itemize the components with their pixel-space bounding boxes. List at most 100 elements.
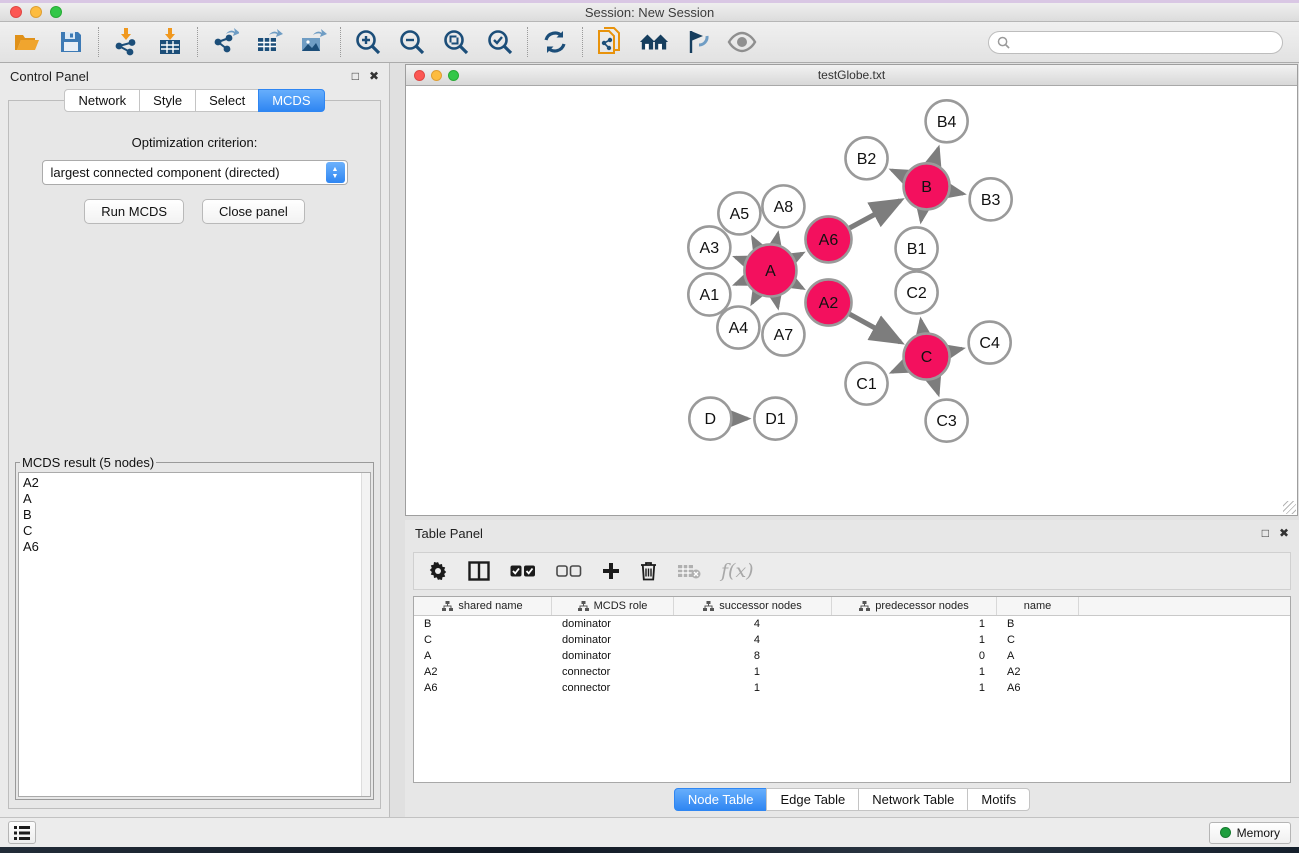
new-network-from-selection-button[interactable] [595, 27, 625, 57]
edge-C-C2[interactable] [921, 320, 923, 333]
edge-B-B2[interactable] [892, 170, 905, 176]
cell-shared-name[interactable]: A [414, 648, 552, 664]
node-A4[interactable]: A4 [717, 307, 759, 349]
criterion-dropdown[interactable]: largest connected component (directed) ▲… [42, 160, 348, 185]
edge-B-B4[interactable] [934, 148, 939, 163]
task-history-button[interactable] [8, 821, 36, 844]
first-neighbors-button[interactable] [639, 27, 669, 57]
node-A2[interactable]: A2 [805, 279, 851, 325]
edge-A6-B[interactable] [850, 201, 901, 228]
float-table-panel-icon[interactable]: □ [1262, 527, 1269, 539]
edge-B-B3[interactable] [950, 191, 963, 194]
table-settings-button[interactable] [428, 561, 448, 581]
edge-C-C4[interactable] [950, 349, 962, 352]
node-A7[interactable]: A7 [762, 314, 804, 356]
edge-A-A2[interactable] [794, 284, 802, 288]
cell-shared-name[interactable]: C [414, 632, 552, 648]
table-row[interactable]: Bdominator41B [414, 616, 1290, 632]
list-scrollbar[interactable] [361, 473, 370, 796]
edge-A-A4[interactable] [752, 294, 757, 303]
edge-A-A1[interactable] [735, 280, 745, 284]
tab-mcds[interactable]: MCDS [258, 89, 324, 112]
network-canvas[interactable]: B4B2BB3A5A8A6A3B1AA1C2A2A4A7C4CC1C3DD1 [406, 86, 1297, 515]
node-D[interactable]: D [689, 398, 731, 440]
create-column-button[interactable] [602, 562, 620, 580]
node-A1[interactable]: A1 [688, 273, 730, 315]
close-network-button[interactable] [414, 70, 425, 81]
zoom-fit-button[interactable] [441, 27, 471, 57]
zoom-selected-button[interactable] [485, 27, 515, 57]
mcds-result-item[interactable]: C [23, 523, 370, 539]
tab-network-table[interactable]: Network Table [858, 788, 968, 811]
node-A[interactable]: A [744, 244, 796, 296]
edge-A-A5[interactable] [753, 238, 758, 247]
export-network-button[interactable] [210, 27, 240, 57]
select-all-button[interactable] [510, 565, 536, 578]
node-A8[interactable]: A8 [762, 185, 804, 227]
table-row[interactable]: Adominator80A [414, 648, 1290, 664]
edge-C-C1[interactable] [892, 366, 905, 372]
maximize-window-button[interactable] [50, 6, 62, 18]
cell-predecessor-nodes[interactable]: 0 [832, 648, 997, 664]
cell-successor-nodes[interactable]: 4 [674, 632, 832, 648]
node-B4[interactable]: B4 [926, 100, 968, 142]
node-A6[interactable]: A6 [805, 216, 851, 262]
mcds-result-item[interactable]: A2 [23, 475, 370, 491]
function-builder-button[interactable]: f(x) [721, 560, 754, 582]
search-field[interactable] [988, 31, 1283, 54]
zoom-in-button[interactable] [353, 27, 383, 57]
cell-name[interactable]: A2 [997, 664, 1079, 680]
cell-MCDS-role[interactable]: connector [552, 680, 674, 696]
save-session-button[interactable] [56, 27, 86, 57]
apply-layout-button[interactable] [540, 27, 570, 57]
edge-B-B1[interactable] [921, 210, 923, 221]
column-header-name[interactable]: name [997, 597, 1079, 615]
close-table-panel-icon[interactable]: ✖ [1279, 527, 1289, 539]
tab-network[interactable]: Network [64, 89, 140, 112]
node-A3[interactable]: A3 [688, 226, 730, 268]
cell-shared-name[interactable]: A6 [414, 680, 552, 696]
run-mcds-button[interactable]: Run MCDS [84, 199, 184, 224]
edge-A-A6[interactable] [794, 254, 802, 258]
cell-shared-name[interactable]: A2 [414, 664, 552, 680]
table-row[interactable]: A2connector11A2 [414, 664, 1290, 680]
edge-A-A3[interactable] [736, 257, 746, 261]
table-row[interactable]: Cdominator41C [414, 632, 1290, 648]
cell-successor-nodes[interactable]: 8 [674, 648, 832, 664]
cell-MCDS-role[interactable]: dominator [552, 648, 674, 664]
tab-motifs[interactable]: Motifs [967, 788, 1030, 811]
minimize-window-button[interactable] [30, 6, 42, 18]
delete-table-button[interactable] [677, 563, 701, 579]
network-graph[interactable]: B4B2BB3A5A8A6A3B1AA1C2A2A4A7C4CC1C3DD1 [406, 86, 1297, 515]
node-C4[interactable]: C4 [969, 322, 1011, 364]
cell-MCDS-role[interactable]: dominator [552, 632, 674, 648]
cell-successor-nodes[interactable]: 1 [674, 664, 832, 680]
node-C1[interactable]: C1 [845, 363, 887, 405]
edge-A-A7[interactable] [776, 297, 778, 307]
flag-toggle-button[interactable] [683, 27, 713, 57]
show-column-panel-button[interactable] [468, 561, 490, 581]
export-table-button[interactable] [254, 27, 284, 57]
cell-MCDS-role[interactable]: dominator [552, 616, 674, 632]
deselect-all-button[interactable] [556, 565, 582, 578]
cell-MCDS-role[interactable]: connector [552, 664, 674, 680]
close-panel-icon[interactable]: ✖ [369, 70, 379, 82]
node-A5[interactable]: A5 [718, 192, 760, 234]
mcds-result-item[interactable]: B [23, 507, 370, 523]
memory-button[interactable]: Memory [1209, 822, 1291, 844]
mcds-result-list[interactable]: A2ABCA6 [18, 472, 371, 797]
cell-name[interactable]: B [997, 616, 1079, 632]
node-B2[interactable]: B2 [845, 137, 887, 179]
panel-splitter[interactable] [390, 63, 405, 817]
search-input[interactable] [1015, 35, 1274, 49]
tab-select[interactable]: Select [195, 89, 259, 112]
column-header-MCDS-role[interactable]: MCDS role [552, 597, 674, 615]
tab-edge-table[interactable]: Edge Table [766, 788, 859, 811]
node-C3[interactable]: C3 [926, 400, 968, 442]
cell-name[interactable]: C [997, 632, 1079, 648]
import-table-button[interactable] [155, 27, 185, 57]
cell-predecessor-nodes[interactable]: 1 [832, 664, 997, 680]
node-C2[interactable]: C2 [896, 271, 938, 313]
import-network-button[interactable] [111, 27, 141, 57]
float-panel-icon[interactable]: □ [352, 70, 359, 82]
